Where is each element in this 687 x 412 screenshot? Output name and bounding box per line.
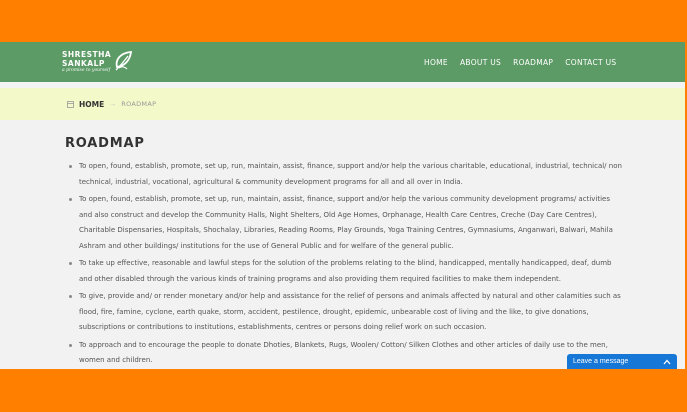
leaf-logo-icon [115, 50, 133, 71]
page-title: ROADMAP [65, 136, 145, 151]
list-item: To give, provide and/ or render monetary… [65, 289, 625, 336]
chat-label: Leave a message [573, 358, 629, 365]
list-item: To open, found, establish, promote, set … [65, 192, 625, 254]
breadcrumb-separator: → [109, 100, 117, 108]
list-item: To open, found, establish, promote, set … [65, 159, 625, 190]
breadcrumb-current: ROADMAP [121, 100, 157, 108]
home-icon [67, 100, 74, 108]
logo-text: SHRESTHA SANKALP a promise to yourself [62, 51, 111, 74]
main-nav: HOME ABOUT US ROADMAP CONTACT US [424, 42, 628, 82]
roadmap-list: To open, found, establish, promote, set … [65, 159, 623, 369]
chevron-up-icon[interactable] [663, 359, 671, 365]
site-logo[interactable]: SHRESTHA SANKALP a promise to yourself [62, 51, 135, 74]
logo-tagline: a promise to yourself [62, 67, 111, 73]
nav-home[interactable]: HOME [424, 58, 448, 67]
leave-message-widget[interactable]: Leave a message [567, 354, 677, 369]
logo-line-2: SANKALP [62, 59, 105, 69]
list-item: To take up effective, reasonable and law… [65, 256, 625, 287]
page-viewport: SHRESTHA SANKALP a promise to yourself H… [0, 42, 685, 369]
breadcrumb: HOME → ROADMAP [0, 88, 685, 120]
breadcrumb-home-link[interactable]: HOME [79, 100, 104, 109]
logo-line-1: SHRESTHA [62, 49, 112, 59]
nav-roadmap[interactable]: ROADMAP [513, 58, 553, 67]
list-item: To approach and to encourage the people … [65, 338, 625, 369]
nav-contact-us[interactable]: CONTACT US [565, 58, 616, 67]
top-navbar: SHRESTHA SANKALP a promise to yourself H… [0, 42, 685, 82]
nav-about-us[interactable]: ABOUT US [460, 58, 501, 67]
main-content: ROADMAP To open, found, establish, promo… [0, 120, 685, 369]
